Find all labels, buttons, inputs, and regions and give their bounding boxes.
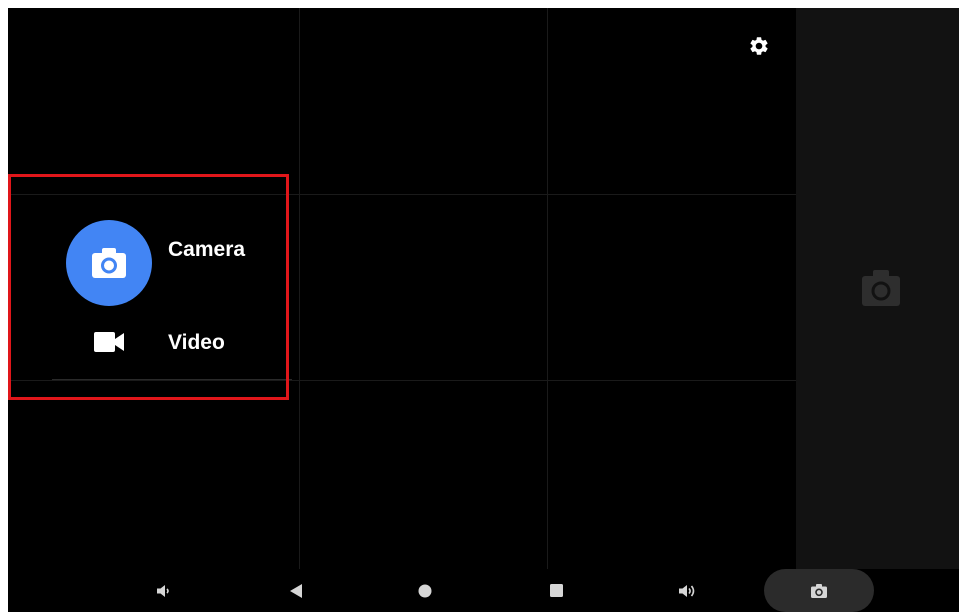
menu-divider [52,379,292,380]
grid-line [299,8,300,569]
back-icon [290,583,302,598]
recents-icon [549,584,563,597]
mode-label-video: Video [168,331,225,354]
mode-menu: Camera Video [8,174,292,400]
back-button[interactable] [276,569,316,612]
recents-button[interactable] [536,569,576,612]
screenshot-icon [811,583,827,598]
mode-item-camera[interactable]: Camera [8,197,292,306]
system-nav-bar [8,569,959,612]
home-icon [418,584,432,597]
home-button[interactable] [405,569,445,612]
mode-item-video[interactable]: Video [8,287,292,377]
grid-line [547,8,548,569]
device-screen: Camera Video [8,8,959,612]
gear-icon [750,37,768,55]
volume-down-button[interactable] [144,569,184,612]
videocam-icon [94,332,124,352]
volume-up-button[interactable] [668,569,708,612]
volume-up-icon [679,584,695,597]
side-panel [796,8,959,569]
camera-icon[interactable] [862,270,900,306]
settings-button[interactable] [745,32,773,60]
mode-label-camera: Camera [168,238,246,261]
screenshot-button[interactable] [764,569,874,612]
camera-icon [92,248,126,278]
volume-down-icon [157,584,169,597]
